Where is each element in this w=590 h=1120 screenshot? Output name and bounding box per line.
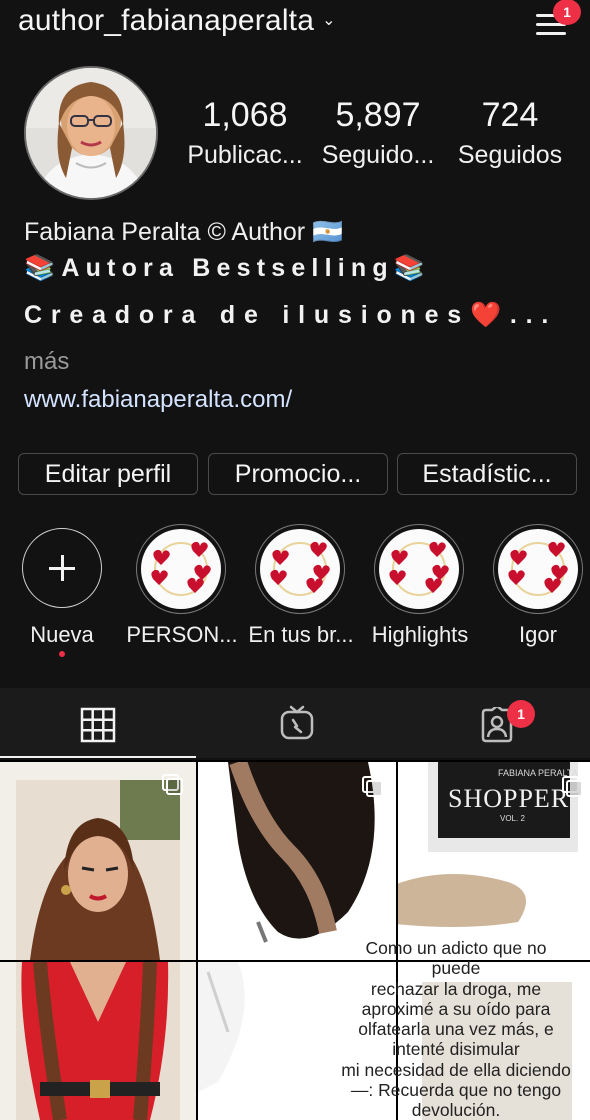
highlight-1-label: PERSON... <box>126 622 238 647</box>
heart-wreath-icon <box>270 541 330 596</box>
active-tab-indicator <box>0 756 196 758</box>
profile-tabs: 1 <box>0 688 590 758</box>
stat-posts[interactable]: 1,068 Publicac... <box>182 96 308 170</box>
multi-post-icon <box>162 774 183 795</box>
highlight-4[interactable] <box>492 524 584 614</box>
quote-line: devolución. <box>411 1100 501 1120</box>
chevron-down-icon: ⌄ <box>322 12 336 29</box>
quote-line: —: Recuerda que no tengo <box>350 1080 562 1101</box>
following-count: 724 <box>481 96 539 134</box>
stat-following[interactable]: 724 Seguidos <box>450 96 570 170</box>
quote-line: intenté disimular <box>392 1039 520 1060</box>
heart-wreath-icon <box>151 541 211 596</box>
highlight-3-label: Highlights <box>371 622 469 647</box>
new-highlight-button[interactable] <box>22 528 102 608</box>
menu-notification-badge: 1 <box>553 0 581 25</box>
post-4[interactable] <box>0 962 196 1120</box>
highlight-2[interactable] <box>254 524 346 614</box>
multi-post-icon <box>562 776 583 797</box>
tab-igtv[interactable] <box>196 688 394 758</box>
posts-count: 1,068 <box>202 96 288 134</box>
igtv-icon <box>280 705 314 740</box>
username-label: author_fabianaperalta <box>18 4 315 37</box>
tab-tagged[interactable] <box>394 688 590 758</box>
highlight-3[interactable] <box>373 524 465 614</box>
shopper-vol-text: VOL. 2 <box>500 814 525 823</box>
quote-line: olfatearla una vez más, e <box>358 1019 554 1040</box>
bio-line-2: Creadora de ilusiones❤️... <box>24 301 558 329</box>
top-bar: author_fabianaperalta ⌄ 1 <box>0 0 590 52</box>
post-quote-text: Como un adicto que no puede rechazar la … <box>318 938 590 1120</box>
quote-line: aproximé a su oído para <box>361 998 551 1019</box>
highlight-4-label: Igor <box>519 622 557 647</box>
quote-line: mi necesidad de ella diciendo <box>341 1059 571 1080</box>
new-highlight-label: Nueva <box>30 622 94 647</box>
post-2[interactable] <box>198 762 396 960</box>
quote-line: rechazar la droga, me <box>370 978 542 999</box>
bio-line-1: 📚Autora Bestselling📚 <box>24 254 432 282</box>
insights-button[interactable]: Estadístic... <box>397 453 577 495</box>
stat-followers[interactable]: 5,897 Seguido... <box>316 96 440 170</box>
profile-name: Fabiana Peralta © Author 🇦🇷 <box>24 218 344 246</box>
grid-icon <box>80 707 116 743</box>
profile-avatar[interactable] <box>24 66 158 200</box>
followers-label: Seguido... <box>321 141 435 169</box>
edit-profile-button[interactable]: Editar perfil <box>18 453 198 495</box>
username-switcher[interactable]: author_fabianaperalta ⌄ <box>18 4 336 38</box>
followers-count: 5,897 <box>335 96 421 134</box>
post-1[interactable] <box>0 762 196 960</box>
tagged-notification-badge: 1 <box>507 700 535 728</box>
quote-line: puede <box>431 958 481 979</box>
heart-wreath-icon <box>389 541 449 596</box>
bio-more-link[interactable]: más <box>24 348 69 376</box>
shopper-title-text: SHOPPER <box>448 784 570 813</box>
highlight-2-label: En tus br... <box>248 622 354 647</box>
promotions-button[interactable]: Promocio... <box>208 453 388 495</box>
profile-photo <box>26 68 156 198</box>
website-link[interactable]: www.fabianaperalta.com/ <box>24 386 292 414</box>
post-4-image <box>0 962 196 1120</box>
multi-post-icon <box>362 776 383 797</box>
posts-label: Publicac... <box>187 141 303 169</box>
heart-wreath-icon <box>508 541 568 596</box>
following-label: Seguidos <box>457 141 563 169</box>
tab-grid[interactable] <box>0 688 196 758</box>
highlight-1[interactable] <box>135 524 227 614</box>
post-3[interactable]: FABIANA PERALTA SHOPPER VOL. 2 <box>398 762 590 960</box>
grid-divider <box>196 760 198 1120</box>
new-indicator-dot <box>59 651 65 657</box>
quote-line: Como un adicto que no <box>365 938 547 958</box>
